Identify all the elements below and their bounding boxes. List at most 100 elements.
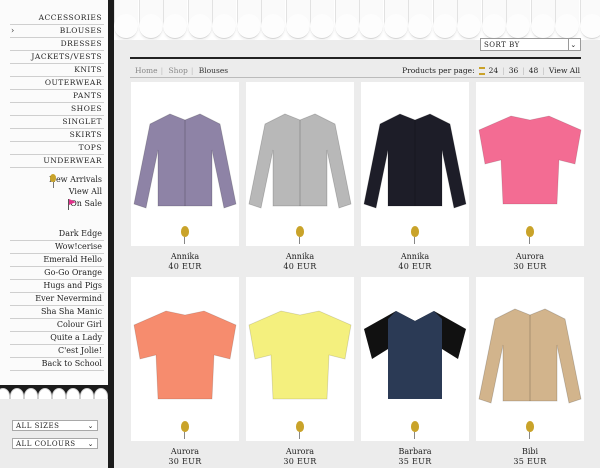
chevron-down-icon: ⌄ bbox=[568, 39, 578, 50]
trend-item[interactable]: Sha Sha Manic bbox=[10, 306, 104, 319]
product-name[interactable]: Annika bbox=[131, 252, 239, 261]
product-name[interactable]: Aurora bbox=[246, 447, 354, 456]
chevron-down-icon: ⌄ bbox=[87, 422, 94, 430]
view-all-label: View All bbox=[68, 187, 102, 196]
product-price: 40 EUR bbox=[168, 262, 202, 271]
product-name[interactable]: Bibi bbox=[476, 447, 584, 456]
category-item[interactable]: ACCESSORIES bbox=[10, 12, 104, 25]
balloon-icon bbox=[50, 174, 56, 188]
breadcrumb-current: Blouses bbox=[198, 66, 229, 75]
category-item[interactable]: JACKETS/VESTS bbox=[10, 51, 104, 64]
product-name[interactable]: Barbara bbox=[361, 447, 469, 456]
product-price: 35 EUR bbox=[513, 457, 547, 466]
on-sale-link[interactable]: On Sale bbox=[10, 198, 104, 210]
trend-item[interactable]: Wow!cerise bbox=[10, 241, 104, 254]
balloon-icon bbox=[526, 421, 534, 439]
new-arrivals-link[interactable]: New Arrivals bbox=[10, 174, 104, 188]
product-price: 30 EUR bbox=[168, 457, 202, 466]
trend-item[interactable]: Colour Girl bbox=[10, 319, 104, 332]
product-card[interactable]: Barbara 35 EUR bbox=[361, 277, 469, 466]
balloon-icon bbox=[181, 421, 189, 439]
size-filter-value: ALL SIZES bbox=[16, 422, 60, 430]
balloon-icon bbox=[526, 226, 534, 244]
sidebar: ACCESSORIESBLOUSESDRESSESJACKETS/VESTSKN… bbox=[0, 0, 114, 468]
sort-by-label: SORT BY bbox=[484, 41, 520, 49]
balloon-icon bbox=[296, 421, 304, 439]
trend-item[interactable]: Ever Nevermind bbox=[10, 293, 104, 306]
product-card[interactable]: Aurora 30 EUR bbox=[246, 277, 354, 466]
list-view-icon[interactable] bbox=[478, 66, 485, 75]
sidebar-scallop-trim bbox=[0, 385, 108, 399]
product-card[interactable]: Aurora 30 EUR bbox=[476, 82, 584, 271]
blouse-image bbox=[364, 311, 466, 399]
breadcrumb-home[interactable]: Home bbox=[135, 66, 158, 75]
product-card[interactable]: Annika 40 EUR bbox=[131, 82, 239, 271]
balloon-icon bbox=[411, 421, 419, 439]
balloon-icon bbox=[296, 226, 304, 244]
balloon-icon bbox=[411, 226, 419, 244]
category-item[interactable]: SINGLET bbox=[10, 116, 104, 129]
balloon-icon bbox=[181, 226, 189, 244]
product-name[interactable]: Annika bbox=[361, 252, 469, 261]
per-page-label: Products per page: bbox=[402, 66, 475, 75]
sidebar-edge bbox=[108, 0, 114, 468]
trend-item[interactable]: C'est Jolie! bbox=[10, 345, 104, 358]
product-card[interactable]: Annika 40 EUR bbox=[246, 82, 354, 271]
product-price: 35 EUR bbox=[398, 457, 432, 466]
per-page-24[interactable]: 24 bbox=[489, 66, 499, 75]
category-item[interactable]: OUTERWEAR bbox=[10, 77, 104, 90]
category-item[interactable]: SHOES bbox=[10, 103, 104, 116]
special-links: New Arrivals View All On Sale bbox=[10, 174, 104, 210]
blouse-image bbox=[248, 310, 352, 400]
breadcrumb-shop[interactable]: Shop bbox=[169, 66, 188, 75]
filter-area bbox=[0, 399, 108, 468]
scallop-banner bbox=[114, 0, 600, 40]
per-page-48[interactable]: 48 bbox=[529, 66, 539, 75]
blouse-image bbox=[133, 113, 237, 209]
category-item[interactable]: KNITS bbox=[10, 64, 104, 77]
sort-by-select[interactable]: SORT BY ⌄ bbox=[480, 38, 581, 51]
flag-icon bbox=[68, 199, 76, 210]
size-filter-select[interactable]: ALL SIZES ⌄ bbox=[12, 420, 98, 431]
category-item[interactable]: PANTS bbox=[10, 90, 104, 103]
trend-list: Dark Edge Wow!cerise Emerald Hello Go-Go Or… bbox=[10, 228, 104, 371]
colour-filter-value: ALL COLOURS bbox=[16, 440, 76, 448]
trend-item[interactable]: Dark Edge bbox=[10, 228, 104, 241]
product-price: 30 EUR bbox=[283, 457, 317, 466]
chevron-down-icon: ⌄ bbox=[87, 440, 94, 448]
view-all-link[interactable]: View All bbox=[10, 186, 104, 198]
blouse-image bbox=[248, 113, 352, 209]
trend-item[interactable]: Back to School bbox=[10, 358, 104, 371]
category-item[interactable]: UNDERWEAR bbox=[10, 155, 104, 168]
product-card[interactable]: Annika 40 EUR bbox=[361, 82, 469, 271]
category-item[interactable]: BLOUSES bbox=[10, 25, 104, 38]
category-item[interactable]: SKIRTS bbox=[10, 129, 104, 142]
per-page-view-all[interactable]: View All bbox=[549, 66, 580, 75]
category-item[interactable]: DRESSES bbox=[10, 38, 104, 51]
trend-item[interactable]: Emerald Hello bbox=[10, 254, 104, 267]
trend-item[interactable]: Hugs and Pigs bbox=[10, 280, 104, 293]
category-item[interactable]: TOPS bbox=[10, 142, 104, 155]
product-price: 40 EUR bbox=[398, 262, 432, 271]
blouse-image bbox=[363, 113, 467, 209]
trend-item[interactable]: Go-Go Orange bbox=[10, 267, 104, 280]
product-card[interactable]: Bibi 35 EUR bbox=[476, 277, 584, 466]
product-price: 30 EUR bbox=[513, 262, 547, 271]
product-name[interactable]: Aurora bbox=[476, 252, 584, 261]
product-card[interactable]: Aurora 30 EUR bbox=[131, 277, 239, 466]
new-arrivals-label: New Arrivals bbox=[48, 175, 102, 184]
blouse-image bbox=[133, 310, 237, 400]
product-name[interactable]: Annika bbox=[246, 252, 354, 261]
trend-item[interactable]: Quite a Lady bbox=[10, 332, 104, 345]
breadcrumb: Home | Shop | Blouses bbox=[135, 66, 229, 75]
product-price: 40 EUR bbox=[283, 262, 317, 271]
products-per-page: Products per page: 24 | 36 | 48 | View All bbox=[402, 66, 580, 75]
divider bbox=[130, 57, 581, 59]
blouse-image bbox=[478, 115, 582, 205]
colour-filter-select[interactable]: ALL COLOURS ⌄ bbox=[12, 438, 98, 449]
product-name[interactable]: Aurora bbox=[131, 447, 239, 456]
divider bbox=[130, 77, 581, 78]
category-list: ACCESSORIESBLOUSESDRESSESJACKETS/VESTSKN… bbox=[10, 12, 104, 168]
blouse-image bbox=[478, 308, 582, 404]
per-page-36[interactable]: 36 bbox=[509, 66, 519, 75]
